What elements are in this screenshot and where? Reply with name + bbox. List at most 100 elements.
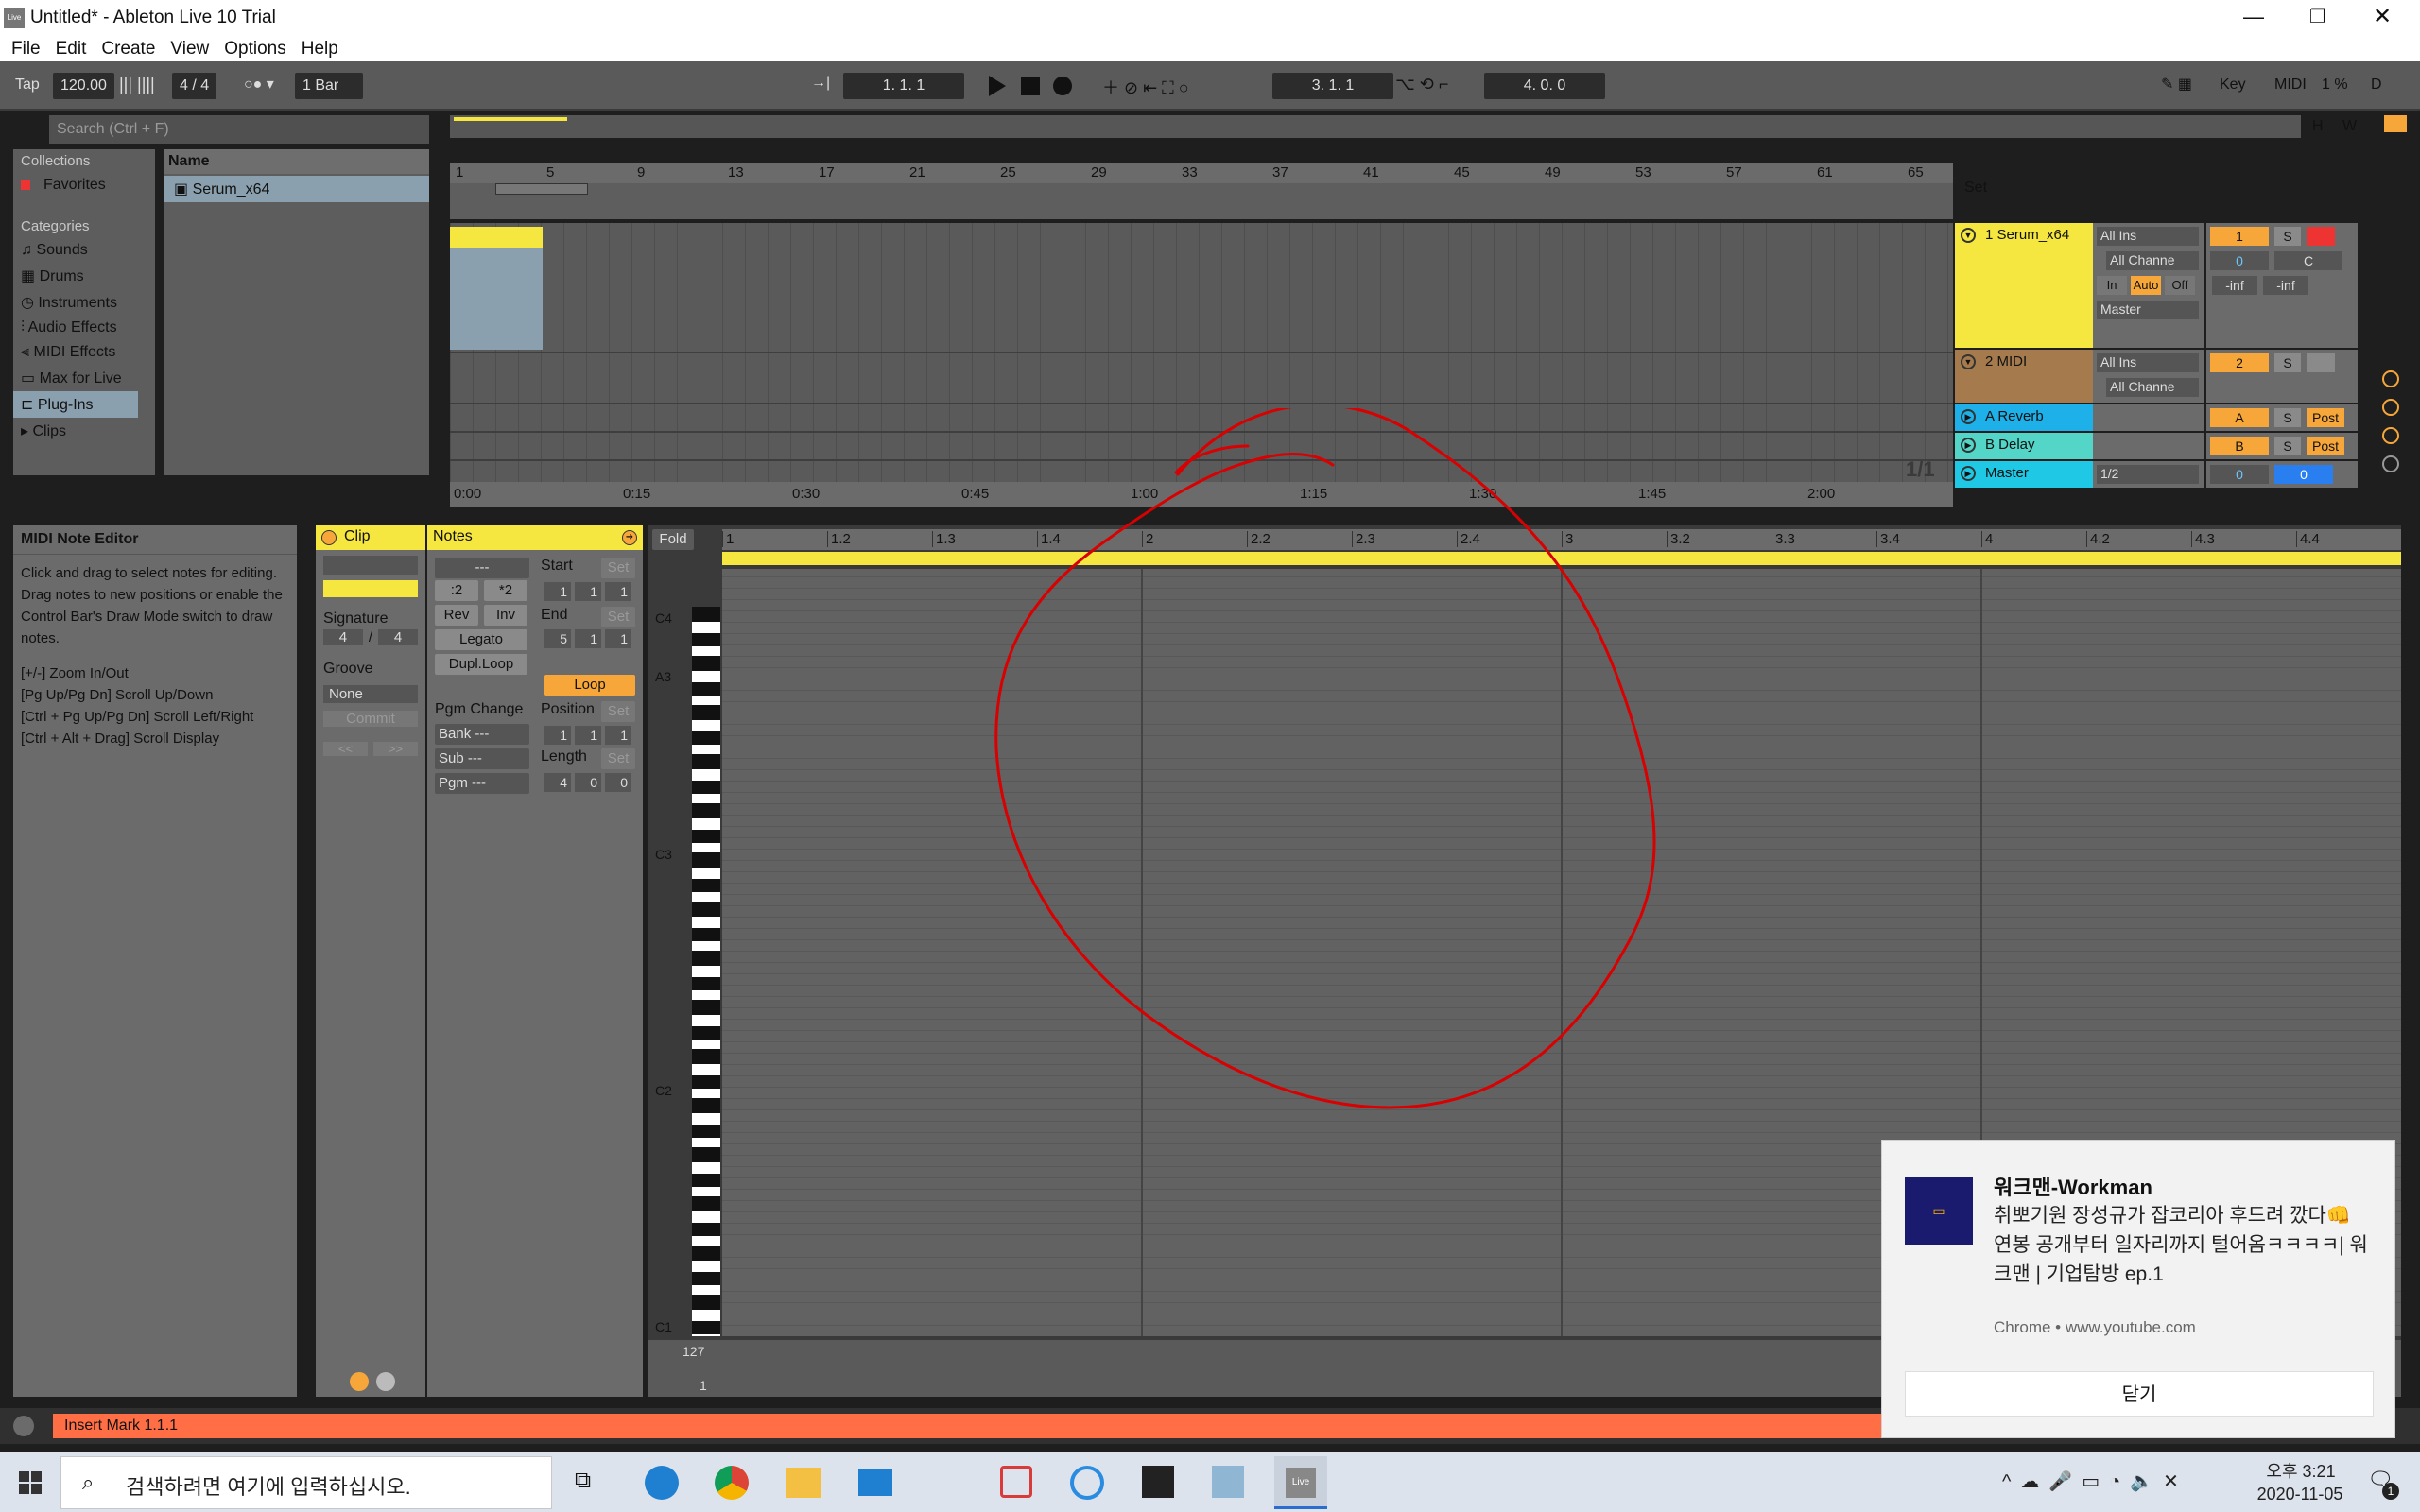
sticky-notes-icon[interactable] [1142, 1466, 1174, 1498]
loop-brace[interactable] [495, 183, 588, 195]
tempo-field[interactable]: 120.00 [53, 73, 114, 99]
double-button[interactable]: *2 [484, 580, 527, 601]
monitor-auto-button[interactable]: Auto [2131, 276, 2161, 295]
notes-numeric-field[interactable]: 1 [544, 726, 571, 745]
notes-arrow-icon[interactable]: ➜ [622, 530, 637, 545]
notes-numeric-field[interactable]: 1 [605, 582, 631, 601]
start-button[interactable] [19, 1471, 42, 1494]
notification-toast[interactable]: ▭ 워크맨-Workman 취뽀기원 장성규가 잡코리아 후드려 깠다👊 연봉 … [1881, 1140, 2395, 1438]
post-button[interactable]: Post [2307, 437, 2344, 455]
track-fold-icon[interactable]: ▶ [1961, 409, 1976, 424]
volume-field[interactable]: 0 [2210, 251, 2269, 270]
notes-numeric-field[interactable]: 1 [605, 629, 631, 648]
minimize-button[interactable]: — [2235, 4, 2273, 32]
piano-keyboard[interactable] [692, 607, 720, 1336]
category-max-for-live[interactable]: ▭ Max for Live [13, 365, 155, 391]
time-ruler[interactable]: 0:00 0:15 0:30 0:45 1:00 1:15 1:30 1:45 2:00 [450, 482, 1953, 507]
input-channel-select[interactable]: All Channe [2106, 251, 2199, 270]
signature-numerator[interactable]: 4 [323, 629, 363, 645]
half-button[interactable]: :2 [435, 580, 478, 601]
play-icon[interactable] [989, 76, 1006, 96]
output-select[interactable]: 1/2 [2097, 465, 2199, 484]
status-info-icon[interactable] [13, 1416, 34, 1436]
invert-button[interactable]: Inv [484, 605, 527, 626]
mail-icon[interactable] [858, 1469, 892, 1496]
pan-field[interactable]: C [2274, 251, 2342, 270]
clock-date[interactable]: 2020-11-05 [2238, 1485, 2361, 1504]
solo-button[interactable]: S [2274, 408, 2301, 427]
monitor-in-button[interactable]: In [2097, 276, 2127, 295]
bank-field[interactable]: Bank --- [435, 724, 529, 745]
solo-button[interactable]: S [2274, 227, 2301, 246]
loop-start-field[interactable]: 3. 1. 1 [1272, 73, 1393, 99]
sync-app-icon[interactable] [1000, 1466, 1032, 1498]
track-activator-button[interactable]: A [2210, 408, 2269, 427]
track-header[interactable]: ▼ 2 MIDI [1955, 350, 2093, 403]
category-instruments[interactable]: ◷ Instruments [13, 289, 155, 316]
notes-numeric-field[interactable]: 0 [575, 773, 601, 792]
loop-button[interactable]: Loop [544, 675, 635, 696]
browser-file-item[interactable]: ▣ Serum_x64 [164, 176, 429, 202]
category-drums[interactable]: ▦ Drums [13, 263, 155, 289]
loop-length-field[interactable]: 4. 0. 0 [1484, 73, 1605, 99]
time-signature-field[interactable]: 4 / 4 [172, 73, 217, 99]
position-set-button[interactable]: Set [601, 701, 635, 722]
quantize-select[interactable]: 1 Bar [295, 73, 363, 99]
notepad-icon[interactable] [1212, 1466, 1244, 1498]
midi-map-button[interactable]: MIDI [2274, 77, 2307, 94]
category-audio-effects[interactable]: ⫶ Audio Effects [13, 316, 155, 340]
master-volume-field[interactable]: 0 [2274, 465, 2333, 484]
arrangement-overview[interactable] [450, 115, 2301, 138]
browser-search[interactable]: Search (Ctrl + F) [49, 115, 429, 144]
draw-mode-icon[interactable]: ✎ ▦ [2161, 75, 2192, 94]
track-activator-button[interactable]: 2 [2210, 353, 2269, 372]
return-toggle-icon[interactable] [2382, 399, 2399, 416]
h-button[interactable]: H [2312, 118, 2324, 135]
signature-denominator[interactable]: 4 [378, 629, 418, 645]
start-set-button[interactable]: Set [601, 558, 635, 578]
stop-icon[interactable] [1021, 77, 1040, 95]
category-midi-effects[interactable]: ⫷ MIDI Effects [13, 340, 155, 365]
piano-roll-ruler[interactable]: 1 1.2 1.3 1.4 2 2.2 2.3 2.4 3 3.2 3.3 3.4 4 4.2 4.3 4.4 [722, 529, 2401, 550]
solo-button[interactable]: S [2274, 353, 2301, 372]
menu-create[interactable]: Create [101, 39, 155, 60]
input-channel-select[interactable]: All Channe [2106, 378, 2199, 397]
arm-record-button[interactable] [2307, 353, 2335, 372]
length-set-button[interactable]: Set [601, 748, 635, 769]
clip-activator-icon[interactable] [321, 530, 337, 545]
edge-icon[interactable] [645, 1466, 679, 1500]
launch-icon[interactable] [350, 1372, 369, 1391]
sub-field[interactable]: Sub --- [435, 748, 529, 769]
loop-switch-icons[interactable]: ⌥ ⟲ ⌐ [1395, 75, 1448, 94]
notes-numeric-field[interactable]: 1 [544, 582, 571, 601]
track-activator-button[interactable]: B [2210, 437, 2269, 455]
next-button[interactable]: >> [373, 742, 418, 756]
clip-serum[interactable] [450, 227, 543, 350]
overdub-icons[interactable]: ＋ ⊘ ⇤ ⛶ ○ [1102, 75, 1189, 99]
name-column-header[interactable]: Name [164, 149, 429, 174]
loop-bar[interactable] [722, 552, 2401, 565]
overview-icon[interactable] [2384, 115, 2407, 132]
restore-button[interactable]: ❐ [2299, 4, 2337, 32]
ie-icon[interactable] [1070, 1466, 1104, 1500]
commit-button[interactable]: Commit [323, 711, 418, 727]
menu-help[interactable]: Help [302, 39, 338, 60]
nudge-icons[interactable]: ||| |||| [119, 75, 155, 94]
track-fold-icon[interactable]: ▶ [1961, 438, 1976, 453]
notes-numeric-field[interactable]: 4 [544, 773, 571, 792]
tray-icons[interactable]: ^☁🎤▭◔🔈✕ [2002, 1469, 2188, 1493]
arrangement-position[interactable]: 1. 1. 1 [843, 73, 964, 99]
output-select[interactable]: Master [2097, 301, 2199, 319]
record-icon[interactable] [1053, 77, 1072, 95]
menu-view[interactable]: View [170, 39, 209, 60]
w-button[interactable]: W [2342, 118, 2357, 135]
metronome-icon[interactable]: ○● ▾ [244, 75, 274, 94]
category-sounds[interactable]: ♫ Sounds [13, 238, 155, 263]
end-set-button[interactable]: Set [601, 607, 635, 627]
category-plug-ins[interactable]: ⊏ Plug-Ins [13, 391, 138, 418]
taskbar-search-input[interactable]: 검색하려면 여기에 입력하십시오. [126, 1470, 411, 1501]
loop-region[interactable] [450, 183, 1953, 219]
notes-numeric-field[interactable]: 1 [575, 726, 601, 745]
notes-numeric-field[interactable]: 1 [575, 582, 601, 601]
fold-button[interactable]: Fold [652, 529, 694, 550]
